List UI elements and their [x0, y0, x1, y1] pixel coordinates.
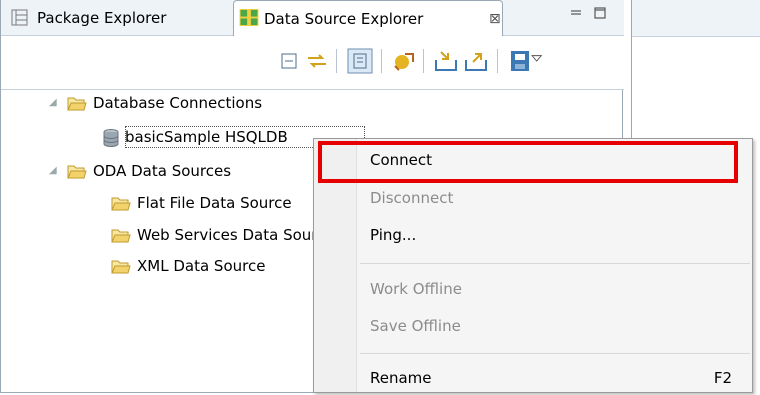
tree-node-label: XML Data Source: [137, 257, 266, 275]
tab-data-source-explorer-label: Data Source Explorer: [264, 10, 424, 28]
tab-data-source-explorer[interactable]: Data Source Explorer ⊠: [233, 0, 503, 37]
expanded-twistie-icon[interactable]: ◢: [49, 158, 57, 184]
tree-node-label: Flat File Data Source: [137, 194, 292, 212]
menu-item-rename[interactable]: Rename F2: [314, 361, 752, 395]
toolbar-separator: [336, 49, 337, 73]
toolbar-separator: [423, 49, 424, 73]
open-folder-icon: [67, 97, 87, 111]
connect-highlight-box: [318, 141, 738, 183]
open-folder-icon: [111, 260, 131, 274]
menu-item-shortcut: F2: [713, 369, 732, 387]
open-folder-icon: [111, 229, 131, 243]
tab-package-explorer-label: Package Explorer: [37, 9, 167, 27]
menu-item-work-offline[interactable]: Work Offline: [314, 272, 752, 306]
view-tab-bar: Package Explorer Data Source Explorer ⊠: [1, 0, 624, 37]
new-connection-icon[interactable]: [391, 48, 417, 74]
tree-node-database-connections[interactable]: ◢ Database Connections: [1, 90, 401, 116]
menu-separator: [360, 353, 750, 354]
editor-tab-bar: [632, 0, 760, 37]
data-source-explorer-icon: [239, 9, 259, 26]
database-icon: [103, 129, 119, 147]
open-folder-icon: [67, 165, 87, 179]
collapse-all-icon[interactable]: [276, 48, 302, 74]
import-icon[interactable]: [433, 48, 459, 74]
tree-node-label: Database Connections: [93, 94, 263, 112]
menu-separator: [360, 263, 750, 264]
menu-item-save-offline[interactable]: Save Offline: [314, 309, 752, 343]
open-folder-icon: [111, 197, 131, 211]
export-icon[interactable]: [463, 48, 489, 74]
menu-item-label: Rename: [370, 369, 432, 387]
menu-item-label: Ping...: [370, 226, 417, 244]
expanded-twistie-icon[interactable]: ◢: [49, 90, 57, 116]
link-with-editor-icon[interactable]: [304, 48, 330, 74]
minimize-icon[interactable]: [569, 6, 583, 20]
menu-item-label: Disconnect: [370, 189, 454, 207]
menu-item-label: Save Offline: [370, 317, 461, 335]
view-toolbar: [1, 36, 624, 90]
menu-item-disconnect[interactable]: Disconnect: [314, 181, 752, 215]
tree-node-label: ODA Data Sources: [93, 162, 232, 180]
package-explorer-icon: [11, 9, 28, 26]
tab-package-explorer[interactable]: Package Explorer: [11, 0, 233, 36]
view-menu-icon[interactable]: [529, 48, 549, 74]
toolbar-separator: [381, 49, 382, 73]
show-tree-icon[interactable]: [347, 48, 373, 74]
close-icon[interactable]: ⊠: [489, 1, 501, 37]
menu-item-ping[interactable]: Ping...: [314, 218, 752, 252]
tree-node-label: Web Services Data Source: [137, 226, 335, 244]
maximize-icon[interactable]: [593, 6, 607, 20]
menu-item-label: Work Offline: [370, 280, 462, 298]
toolbar-separator: [497, 49, 498, 73]
